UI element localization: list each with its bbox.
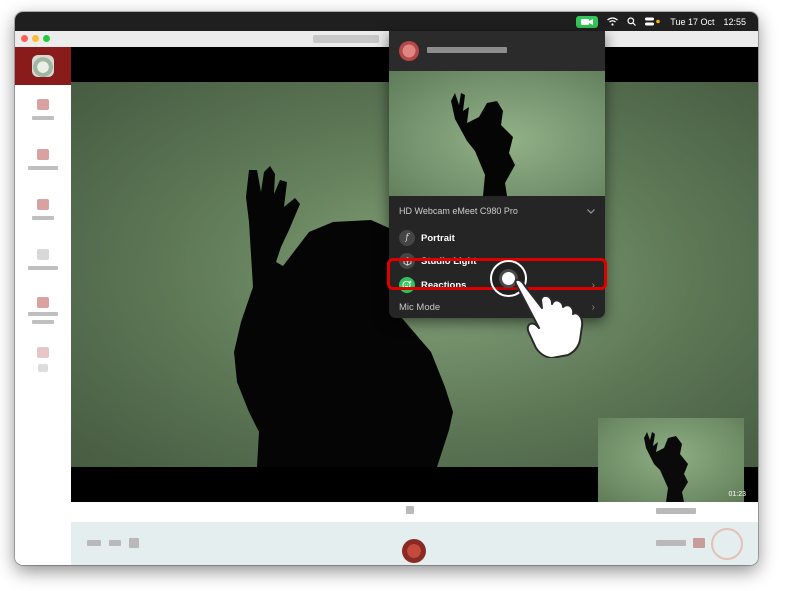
search-icon[interactable] <box>627 17 637 26</box>
menu-bar-time[interactable]: 12:55 <box>723 17 746 27</box>
sidebar-item-icon <box>37 149 49 160</box>
pip-silhouette <box>644 432 688 502</box>
facetime-camera-icon[interactable] <box>576 15 599 28</box>
ring-control-button[interactable] <box>711 528 743 560</box>
app-name-redacted <box>427 47 507 53</box>
sidebar-item-icon <box>37 347 49 358</box>
app-avatar-icon <box>399 41 419 61</box>
sidebar-item-icon <box>38 364 48 372</box>
camera-preview <box>389 71 605 196</box>
sidebar-item[interactable] <box>15 149 71 170</box>
sidebar-app-logo[interactable] <box>15 47 71 85</box>
sidebar-item[interactable] <box>15 297 71 324</box>
sidebar-item-label-redacted <box>28 166 58 170</box>
sidebar-item[interactable] <box>15 199 71 220</box>
panel-header <box>389 31 605 71</box>
wifi-icon[interactable] <box>607 17 619 26</box>
camera-name: HD Webcam eMeet C980 Pro <box>399 206 518 216</box>
sidebar-item-icon <box>37 199 49 210</box>
sidebar-item-icon <box>37 297 49 308</box>
redacted-label <box>656 508 696 514</box>
redacted-control[interactable] <box>693 538 705 548</box>
mic-mode-label: Mic Mode <box>399 301 441 313</box>
sidebar <box>15 47 72 565</box>
sidebar-item-label-redacted <box>28 266 58 270</box>
sidebar-item[interactable] <box>15 249 71 270</box>
picture-in-picture-view[interactable] <box>598 418 744 502</box>
sidebar-item-label-redacted <box>32 116 54 120</box>
sidebar-item[interactable] <box>15 99 71 120</box>
app-logo-icon <box>32 55 54 77</box>
window-title-redacted <box>313 35 379 43</box>
sidebar-item-label-redacted <box>32 320 54 324</box>
control-strip-bottom <box>71 523 758 565</box>
redacted-control[interactable] <box>656 540 686 546</box>
sidebar-item-icon <box>37 99 49 110</box>
preview-silhouette <box>451 93 515 196</box>
minimize-window-button[interactable] <box>32 35 39 42</box>
chevron-down-icon <box>587 208 595 214</box>
pointing-hand-icon <box>514 278 584 358</box>
control-strip <box>71 502 758 565</box>
redacted-control[interactable] <box>109 540 121 546</box>
menu-item-portrait[interactable]: f Portrait <box>399 229 595 247</box>
sidebar-item-icon <box>37 249 49 260</box>
close-window-button[interactable] <box>21 35 28 42</box>
title-bar <box>15 31 758 48</box>
portrait-f-icon: f <box>399 230 415 246</box>
menu-bar-date[interactable]: Tue 17 Oct <box>670 17 714 27</box>
menu-bar: Tue 17 Oct 12:55 <box>15 12 758 31</box>
camera-selector[interactable]: HD Webcam eMeet C980 Pro <box>399 204 595 218</box>
maximize-window-button[interactable] <box>43 35 50 42</box>
control-strip-top <box>71 502 758 523</box>
redacted-control[interactable] <box>87 540 101 546</box>
redacted-control[interactable] <box>129 538 139 548</box>
redacted-indicator <box>406 506 414 514</box>
sidebar-item-label-redacted <box>28 312 58 316</box>
recording-timer: 01:23 <box>728 491 746 498</box>
control-center-icon[interactable] <box>645 17 661 26</box>
sidebar-item-label-redacted <box>32 216 54 220</box>
sidebar-item[interactable] <box>15 347 71 372</box>
menu-item-label: Portrait <box>421 232 455 244</box>
record-button[interactable] <box>402 539 426 563</box>
app-window: Tue 17 Oct 12:55 01:23 HD Webcam eMeet C… <box>15 12 758 565</box>
